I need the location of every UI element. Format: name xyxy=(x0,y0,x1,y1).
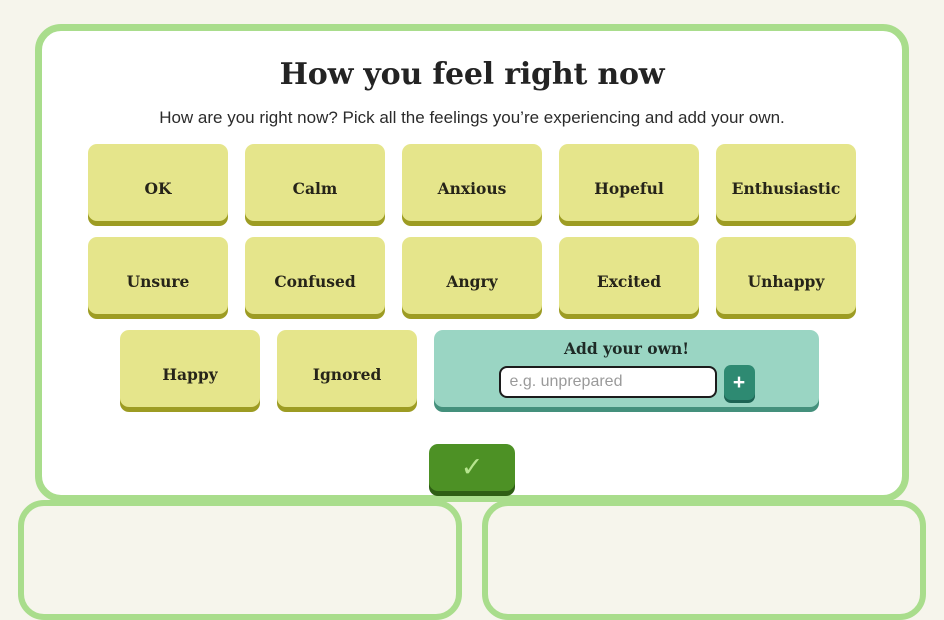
feeling-button-confused[interactable]: Confused xyxy=(245,237,385,314)
feeling-button-unhappy[interactable]: Unhappy xyxy=(716,237,856,314)
check-icon: ✓ xyxy=(460,452,484,483)
feeling-button-happy[interactable]: Happy xyxy=(120,330,260,407)
background-card-right xyxy=(482,500,926,620)
feeling-button-ok[interactable]: OK xyxy=(88,144,228,221)
feelings-card: How you feel right now How are you right… xyxy=(35,24,909,502)
add-your-own-panel: Add your own! + xyxy=(434,330,819,407)
feelings-grid: OK Calm Anxious Hopeful Enthusiastic Uns… xyxy=(88,144,863,423)
add-your-own-controls: + xyxy=(434,364,819,400)
background-card-left xyxy=(18,500,462,620)
feeling-button-anxious[interactable]: Anxious xyxy=(402,144,542,221)
feelings-row-1: OK Calm Anxious Hopeful Enthusiastic xyxy=(88,144,863,221)
feelings-row-2: Unsure Confused Angry Excited Unhappy xyxy=(88,237,863,314)
submit-button[interactable]: ✓ xyxy=(429,444,515,491)
feeling-button-calm[interactable]: Calm xyxy=(245,144,385,221)
add-feeling-button[interactable]: + xyxy=(723,364,755,400)
feeling-button-enthusiastic[interactable]: Enthusiastic xyxy=(716,144,856,221)
feeling-button-ignored[interactable]: Ignored xyxy=(277,330,417,407)
add-your-own-input[interactable] xyxy=(498,366,717,398)
feelings-row-3: Happy Ignored Add your own! + xyxy=(88,330,863,407)
page-title: How you feel right now xyxy=(279,57,665,92)
page-subtitle: How are you right now? Pick all the feel… xyxy=(159,108,785,127)
feeling-button-unsure[interactable]: Unsure xyxy=(88,237,228,314)
feeling-button-angry[interactable]: Angry xyxy=(402,237,542,314)
feeling-button-hopeful[interactable]: Hopeful xyxy=(559,144,699,221)
feeling-button-excited[interactable]: Excited xyxy=(559,237,699,314)
submit-row: ✓ xyxy=(42,444,902,491)
add-your-own-label: Add your own! xyxy=(563,339,690,358)
